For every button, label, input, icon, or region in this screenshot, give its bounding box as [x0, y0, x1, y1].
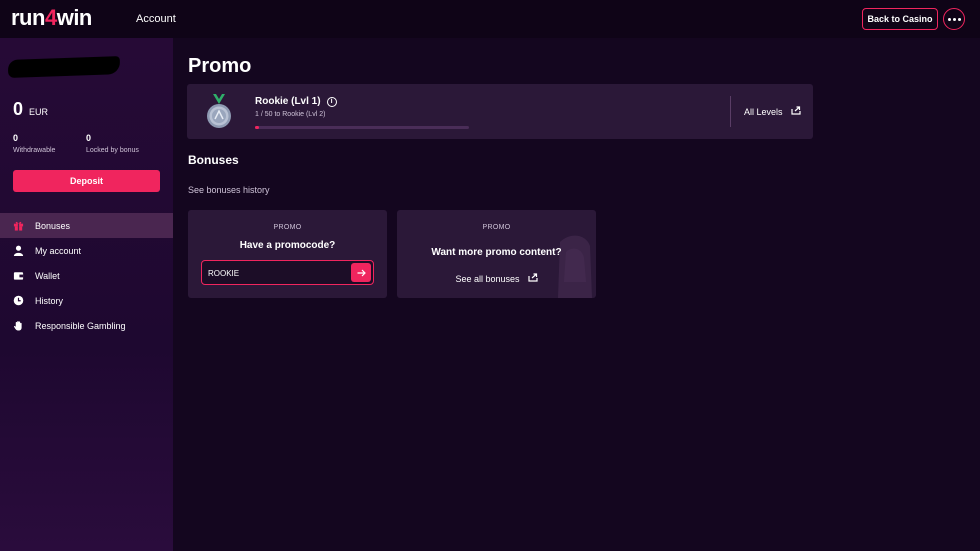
decorative-figure-icon	[558, 235, 592, 298]
level-name: Rookie (Lvl 1) i	[255, 96, 337, 107]
promo-tag: PROMO	[482, 224, 511, 231]
sidebar-item-bonuses[interactable]: Bonuses	[0, 213, 173, 238]
logo-text-win: win	[56, 5, 93, 30]
info-icon[interactable]: i	[326, 96, 337, 107]
ellipsis-icon[interactable]	[943, 8, 965, 30]
gift-icon	[12, 220, 24, 232]
clock-icon	[12, 295, 24, 307]
level-progress-text: 1 / 50 to Rookie (Lvl 2)	[255, 111, 326, 118]
balance-currency: EUR	[29, 107, 49, 117]
promocode-card: PROMO Have a promocode?	[188, 210, 387, 298]
withdrawable-stat: 0 Withdrawable	[13, 133, 55, 154]
level-progress-bar	[255, 126, 469, 129]
sidebar-item-label: History	[35, 295, 64, 306]
redacted-username	[7, 56, 121, 78]
bonuses-title: Bonuses	[188, 153, 239, 167]
external-link-icon	[527, 273, 538, 284]
logo[interactable]: run4win	[11, 5, 92, 31]
sidebar-item-wallet[interactable]: Wallet	[0, 263, 173, 288]
balance: 0 EUR	[13, 99, 48, 120]
sidebar-item-history[interactable]: History	[0, 288, 173, 313]
back-to-casino-button[interactable]: Back to Casino	[862, 8, 938, 30]
logo-text-run: run	[11, 5, 45, 30]
balance-amount: 0	[13, 99, 24, 119]
user-icon	[12, 245, 24, 257]
deposit-button[interactable]: Deposit	[13, 170, 160, 192]
sidebar-item-label: Wallet	[35, 270, 60, 281]
promocode-field	[201, 260, 374, 285]
sidebar-item-label: My account	[35, 245, 82, 256]
all-levels-label: All Levels	[744, 106, 783, 117]
locked-label: Locked by bonus	[86, 147, 139, 154]
see-all-bonuses-link[interactable]: See all bonuses	[397, 273, 596, 284]
page-title: Promo	[188, 55, 252, 77]
top-bar: run4win Account Back to Casino	[0, 0, 980, 38]
submit-arrow-button[interactable]	[351, 263, 371, 282]
sidebar: 0 EUR 0 Withdrawable 0 Locked by bonus D…	[0, 38, 173, 551]
level-card: Rookie (Lvl 1) i 1 / 50 to Rookie (Lvl 2…	[187, 84, 813, 139]
external-link-icon	[790, 106, 801, 117]
withdrawable-label: Withdrawable	[13, 147, 56, 154]
divider	[730, 96, 731, 127]
section-title: Account	[136, 13, 176, 25]
level-name-text: Rookie (Lvl 1)	[255, 96, 321, 107]
sidebar-item-responsible-gambling[interactable]: Responsible Gambling	[0, 313, 173, 338]
locked-stat: 0 Locked by bonus	[86, 133, 139, 154]
all-levels-link[interactable]: All Levels	[744, 106, 801, 117]
sidebar-item-my-account[interactable]: My account	[0, 238, 173, 263]
logo-text-four: 4	[44, 5, 57, 30]
promo-content-question: Want more promo content?	[431, 247, 562, 258]
level-progress-fill	[255, 126, 260, 129]
arrow-right-icon	[357, 269, 366, 276]
hand-icon	[12, 320, 24, 332]
promocode-question: Have a promocode?	[239, 240, 336, 251]
promocode-input[interactable]	[208, 266, 348, 280]
promo-content-card: PROMO Want more promo content? See all b…	[397, 210, 596, 298]
medal-icon	[205, 94, 233, 130]
promo-tag: PROMO	[273, 224, 302, 231]
withdrawable-value: 0	[13, 133, 19, 143]
sidebar-nav: Bonuses My account Wallet History Respon…	[0, 213, 173, 338]
bonuses-history-link[interactable]: See bonuses history	[188, 185, 270, 195]
sidebar-item-label: Bonuses	[35, 220, 71, 231]
sidebar-item-label: Responsible Gambling	[35, 320, 126, 331]
wallet-icon	[12, 270, 24, 282]
see-all-bonuses-label: See all bonuses	[455, 273, 520, 284]
locked-value: 0	[86, 133, 92, 143]
